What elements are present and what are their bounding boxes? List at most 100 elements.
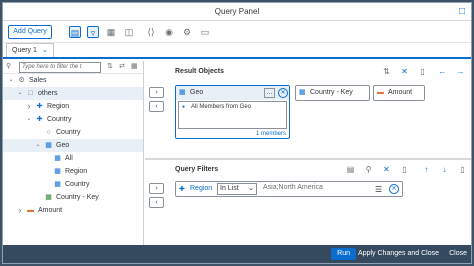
add-to-filters-button[interactable]: › — [149, 183, 164, 194]
geo-label: Geo — [190, 89, 204, 96]
tree-filter-input[interactable]: Type here to filter the t — [19, 62, 101, 73]
level-icon: ▦ — [54, 155, 61, 162]
clipboard-icon[interactable]: ▭ — [199, 26, 211, 38]
query-tab-strip: Query 1 ⌄ — [3, 43, 471, 59]
dialog-footer: Run Apply Changes and Close Close — [3, 245, 471, 263]
run-button[interactable]: Run — [331, 248, 356, 260]
tree-item-label: others — [38, 90, 58, 97]
tree-options-icon[interactable]: ⚲ — [6, 62, 11, 70]
properties-icon[interactable]: ◉ — [163, 26, 175, 38]
member-selection-box[interactable]: ● All Members from Geo — [178, 101, 287, 129]
tab-query-1[interactable]: Query 1 ⌄ — [6, 43, 54, 57]
maximize-icon[interactable]: □ — [457, 7, 467, 17]
tree-item[interactable]: ⌄ ▦ Geo — [3, 139, 143, 152]
tree-item-label: Amount — [38, 207, 63, 214]
grid-view-icon[interactable]: ▦ — [131, 62, 138, 70]
operator-select[interactable]: In List ⌄ — [217, 183, 257, 195]
view-icon[interactable]: ◫ — [123, 26, 135, 38]
chevron-down-icon[interactable]: ⌄ — [25, 113, 33, 126]
tree-item[interactable]: ▦ Country - Key — [3, 191, 143, 204]
toolbar: Add Query ▤ ▿ ▦ ◫ ⟨⟩ ◉ ⚙ ▭ — [3, 21, 471, 43]
remove-from-filters-button[interactable]: ‹ — [149, 197, 164, 208]
hierarchy-icon: ▦ — [179, 89, 186, 96]
settings-icon[interactable]: ⚙ — [181, 26, 193, 38]
move-left-icon[interactable]: ← — [437, 66, 448, 77]
remove-filter-icon[interactable]: ✕ — [389, 184, 399, 194]
filter-row-region[interactable]: ✚ Region In List ⌄ Asia;North America ☰ … — [175, 181, 403, 197]
tree-item[interactable]: ⌄ ⚙ Sales — [3, 74, 143, 87]
tree-item[interactable]: ▦ Country — [3, 178, 143, 191]
chevron-down-icon[interactable]: ⌄ — [34, 139, 42, 152]
chevron-down-icon[interactable]: ⌄ — [16, 87, 24, 100]
tree-item[interactable]: › ✚ Region — [3, 100, 143, 113]
filter-value-input[interactable]: Asia;North America — [261, 183, 373, 195]
universe-icon: ⚙ — [18, 77, 25, 84]
chevron-down-icon[interactable]: ⌄ — [42, 47, 48, 54]
result-object-country-key[interactable]: ▦ Country - Key — [295, 85, 370, 101]
query-definition-panel: › ‹ Result Objects ⇅ ✕ ▯ ← → ▦ Geo … ✕ ●… — [145, 61, 471, 247]
more-options-icon[interactable]: … — [264, 88, 275, 98]
measure-icon: ▬ — [27, 207, 34, 214]
tree-item-label: Country — [47, 116, 72, 123]
query-filters-title: Query Filters — [175, 166, 219, 173]
remove-object-icon[interactable]: ✕ — [278, 88, 288, 98]
dialog-title: Query Panel — [214, 7, 260, 16]
object-tree-panel: ⚲ Type here to filter the t ⇅ ⇄ ▦ ⌄ ⚙ Sale… — [3, 61, 144, 247]
remove-icon[interactable]: ✕ — [399, 66, 410, 77]
chevron-right-icon[interactable]: › — [16, 204, 24, 217]
object-tree: ⌄ ⚙ Sales ⌄ □ others › ✚ Region ⌄ ✚ Country ○ Country… — [3, 74, 143, 247]
filter-object: Region — [190, 185, 213, 192]
script-icon[interactable]: ⟨⟩ — [145, 26, 157, 38]
move-down-icon[interactable]: ↓ — [439, 164, 450, 175]
level-icon: ▦ — [54, 168, 61, 175]
add-to-results-button[interactable]: › — [149, 87, 164, 98]
tree-item[interactable]: ⌄ □ others — [3, 87, 143, 100]
measure-icon: ▬ — [377, 89, 384, 96]
tree-item[interactable]: ▦ Region — [3, 165, 143, 178]
folder-icon: □ — [28, 90, 33, 97]
filter-operator-icon[interactable]: ⚲ — [363, 164, 374, 175]
value-help-icon[interactable]: ☰ — [375, 185, 382, 194]
layout-icon[interactable]: ▤ — [69, 26, 81, 38]
chevron-down-icon[interactable]: ⌄ — [7, 74, 15, 87]
filter-more-icon[interactable]: ▯ — [457, 164, 468, 175]
chevron-down-icon: ⌄ — [248, 185, 254, 192]
sort-icon[interactable]: ⇅ — [381, 66, 392, 77]
move-right-icon[interactable]: → — [455, 66, 466, 77]
key-icon: ▦ — [45, 194, 52, 201]
tree-item-label: Region — [65, 168, 88, 175]
key-icon: ▦ — [299, 89, 306, 96]
dialog-title-bar: Query Panel □ — [3, 3, 471, 21]
tree-item[interactable]: ○ Country — [3, 126, 143, 139]
section-splitter[interactable] — [145, 158, 471, 160]
tab-label: Query 1 — [12, 47, 37, 54]
tree-item-label: Country — [56, 129, 81, 136]
filter-remove-icon[interactable]: ✕ — [381, 164, 392, 175]
remove-from-results-button[interactable]: ‹ — [149, 101, 164, 112]
result-object-amount[interactable]: ▬ Amount — [373, 85, 425, 101]
chip-label: Country - Key — [310, 89, 353, 96]
expand-all-icon[interactable]: ⇅ — [107, 62, 113, 70]
tree-search-row: ⚲ Type here to filter the t ⇅ ⇄ ▦ — [3, 61, 143, 74]
move-up-icon[interactable]: ↑ — [421, 164, 432, 175]
tree-item[interactable]: ⌄ ✚ Country — [3, 113, 143, 126]
hierarchy-icon: ▦ — [45, 142, 52, 149]
filter-layout-icon[interactable]: ▤ — [345, 164, 356, 175]
tree-item-label: Country — [65, 181, 90, 188]
dimension-icon: ✚ — [179, 186, 185, 193]
chevron-right-icon[interactable]: › — [25, 100, 33, 113]
level-icon: ▦ — [54, 181, 61, 188]
query-panel-dialog: Query Panel □ Add Query ▤ ▿ ▦ ◫ ⟨⟩ ◉ ⚙ ▭… — [2, 2, 472, 264]
filter-delete-icon[interactable]: ▯ — [399, 164, 410, 175]
hierarchy-icon[interactable]: ▦ — [105, 26, 117, 38]
apply-changes-button[interactable]: Apply Changes and Close — [358, 248, 439, 260]
filter-icon[interactable]: ▿ — [87, 26, 99, 38]
tree-item[interactable]: › ▬ Amount — [3, 204, 143, 217]
result-object-geo[interactable]: ▦ Geo … ✕ ● All Members from Geo 1 membe… — [175, 85, 290, 139]
close-button[interactable]: Close — [449, 248, 467, 260]
tree-item[interactable]: ▦ All — [3, 152, 143, 165]
add-query-button[interactable]: Add Query — [8, 25, 52, 39]
delete-icon[interactable]: ▯ — [417, 66, 428, 77]
collapse-all-icon[interactable]: ⇄ — [119, 62, 125, 70]
operator-value: In List — [220, 185, 239, 192]
